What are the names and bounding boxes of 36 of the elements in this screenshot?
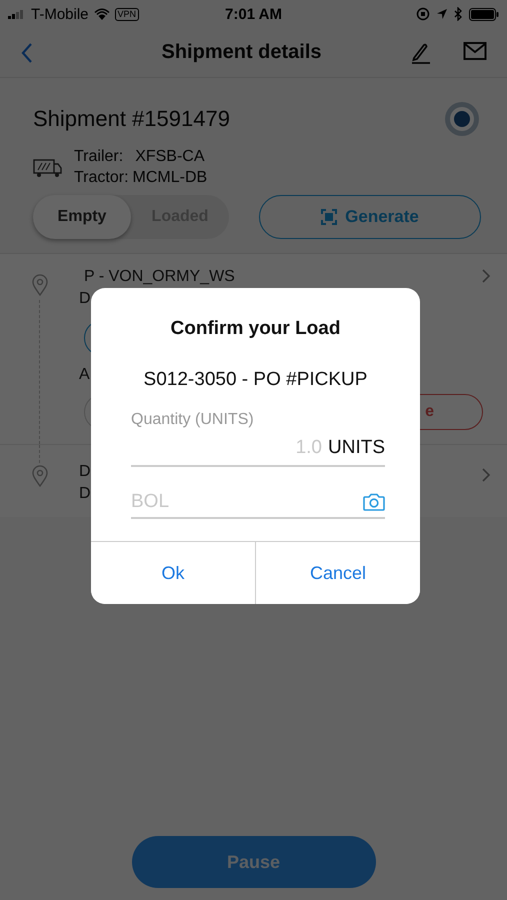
clock-time: 7:01 AM: [225, 6, 282, 22]
scan-icon: [321, 209, 338, 225]
toggle-option[interactable]: Empty: [33, 195, 131, 239]
status-indicator-icon: [443, 100, 481, 138]
vpn-badge: VPN: [114, 8, 140, 20]
stop-detail: A: [79, 366, 90, 384]
quantity-label: Quantity (UNITS): [131, 411, 255, 429]
stop-detail: D: [79, 290, 91, 308]
order-reference: S012-3050 - PO #PICKUP: [142, 369, 368, 391]
chevron-right-icon: [481, 268, 491, 284]
tractor-value: MCML-DB: [132, 169, 208, 187]
stop-title: P - VON_ORMY_WS: [83, 268, 235, 286]
shipment-title: Shipment #1591479: [33, 106, 230, 132]
stop-detail: D: [79, 485, 91, 503]
dialog-button[interactable]: Cancel: [255, 542, 420, 604]
back-button[interactable]: [20, 42, 34, 64]
battery-icon: [469, 8, 499, 20]
carrier-name: T-Mobile: [31, 6, 89, 22]
generate-button[interactable]: Generate: [259, 195, 481, 239]
truck-icon: [33, 158, 62, 178]
trailer-label: Trailer:: [74, 148, 124, 166]
pause-button[interactable]: Pause: [132, 836, 376, 888]
map-pin-icon: [32, 465, 48, 487]
rotation-lock-icon: [416, 7, 430, 21]
camera-icon[interactable]: [363, 493, 385, 511]
signal-icon: [8, 9, 26, 19]
wifi-icon: [94, 8, 110, 20]
bluetooth-icon: [454, 7, 463, 21]
dialog-title: Confirm your Load: [170, 318, 342, 340]
chevron-right-icon: [481, 467, 491, 483]
stop-detail: D: [79, 463, 91, 481]
location-arrow-icon: [436, 8, 448, 20]
screen-title: Shipment details: [160, 41, 323, 64]
map-pin-icon: [32, 274, 48, 296]
trailer-value: XFSB-CA: [135, 148, 205, 166]
tractor-label: Tractor:: [74, 169, 129, 187]
